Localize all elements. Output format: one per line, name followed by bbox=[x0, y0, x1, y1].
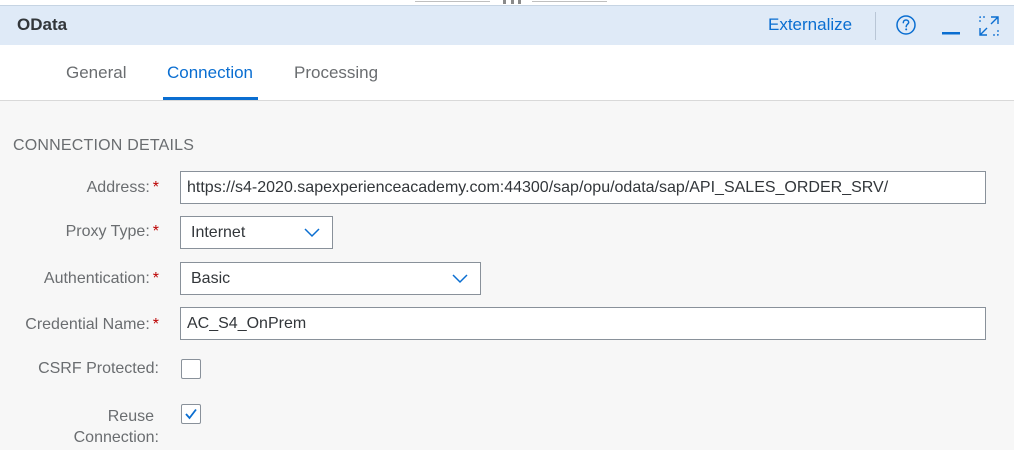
help-icon[interactable] bbox=[896, 15, 916, 35]
section-title: CONNECTION DETAILS bbox=[13, 137, 195, 154]
csrf-protected-checkbox[interactable] bbox=[181, 359, 201, 379]
active-tab-indicator bbox=[163, 97, 258, 100]
maximize-icon[interactable] bbox=[978, 15, 1000, 37]
authentication-label: Authentication: * bbox=[43, 270, 159, 287]
csrf-protected-label: CSRF Protected: bbox=[38, 360, 159, 377]
checkmark-icon bbox=[185, 408, 197, 420]
proxy-type-select[interactable]: Internet bbox=[180, 216, 333, 249]
minimize-icon[interactable] bbox=[941, 15, 961, 35]
proxy-type-value: Internet bbox=[191, 223, 246, 241]
required-marker: * bbox=[152, 316, 159, 333]
address-label: Address: * bbox=[86, 179, 159, 196]
reuse-connection-checkbox[interactable] bbox=[181, 404, 201, 424]
required-marker: * bbox=[152, 223, 159, 240]
proxy-type-label: Proxy Type: * bbox=[65, 223, 159, 240]
chevron-down-icon bbox=[452, 274, 468, 284]
panel-header: OData Externalize bbox=[0, 5, 1014, 45]
chevron-down-icon bbox=[304, 228, 320, 238]
panel-title: OData bbox=[17, 15, 68, 34]
externalize-button[interactable]: Externalize bbox=[768, 15, 852, 35]
tab-bar: General Connection Processing bbox=[0, 45, 1014, 101]
tab-processing[interactable]: Processing bbox=[294, 63, 378, 83]
address-input[interactable]: https://s4-2020.sapexperienceacademy.com… bbox=[180, 171, 986, 204]
credential-name-input[interactable]: AC_S4_OnPrem bbox=[180, 307, 986, 340]
grip-line-right bbox=[532, 1, 607, 2]
header-separator bbox=[875, 12, 876, 40]
grip-handle[interactable] bbox=[503, 0, 521, 4]
credential-name-label: Credential Name: * bbox=[25, 316, 159, 333]
required-marker: * bbox=[152, 179, 159, 196]
authentication-value: Basic bbox=[191, 269, 231, 287]
required-marker: * bbox=[152, 270, 159, 287]
grip-line-left bbox=[415, 1, 490, 2]
authentication-select[interactable]: Basic bbox=[180, 262, 481, 295]
reuse-connection-label: Reuse Connection: bbox=[73, 408, 159, 446]
tab-connection[interactable]: Connection bbox=[167, 63, 253, 83]
tab-general[interactable]: General bbox=[66, 63, 126, 83]
